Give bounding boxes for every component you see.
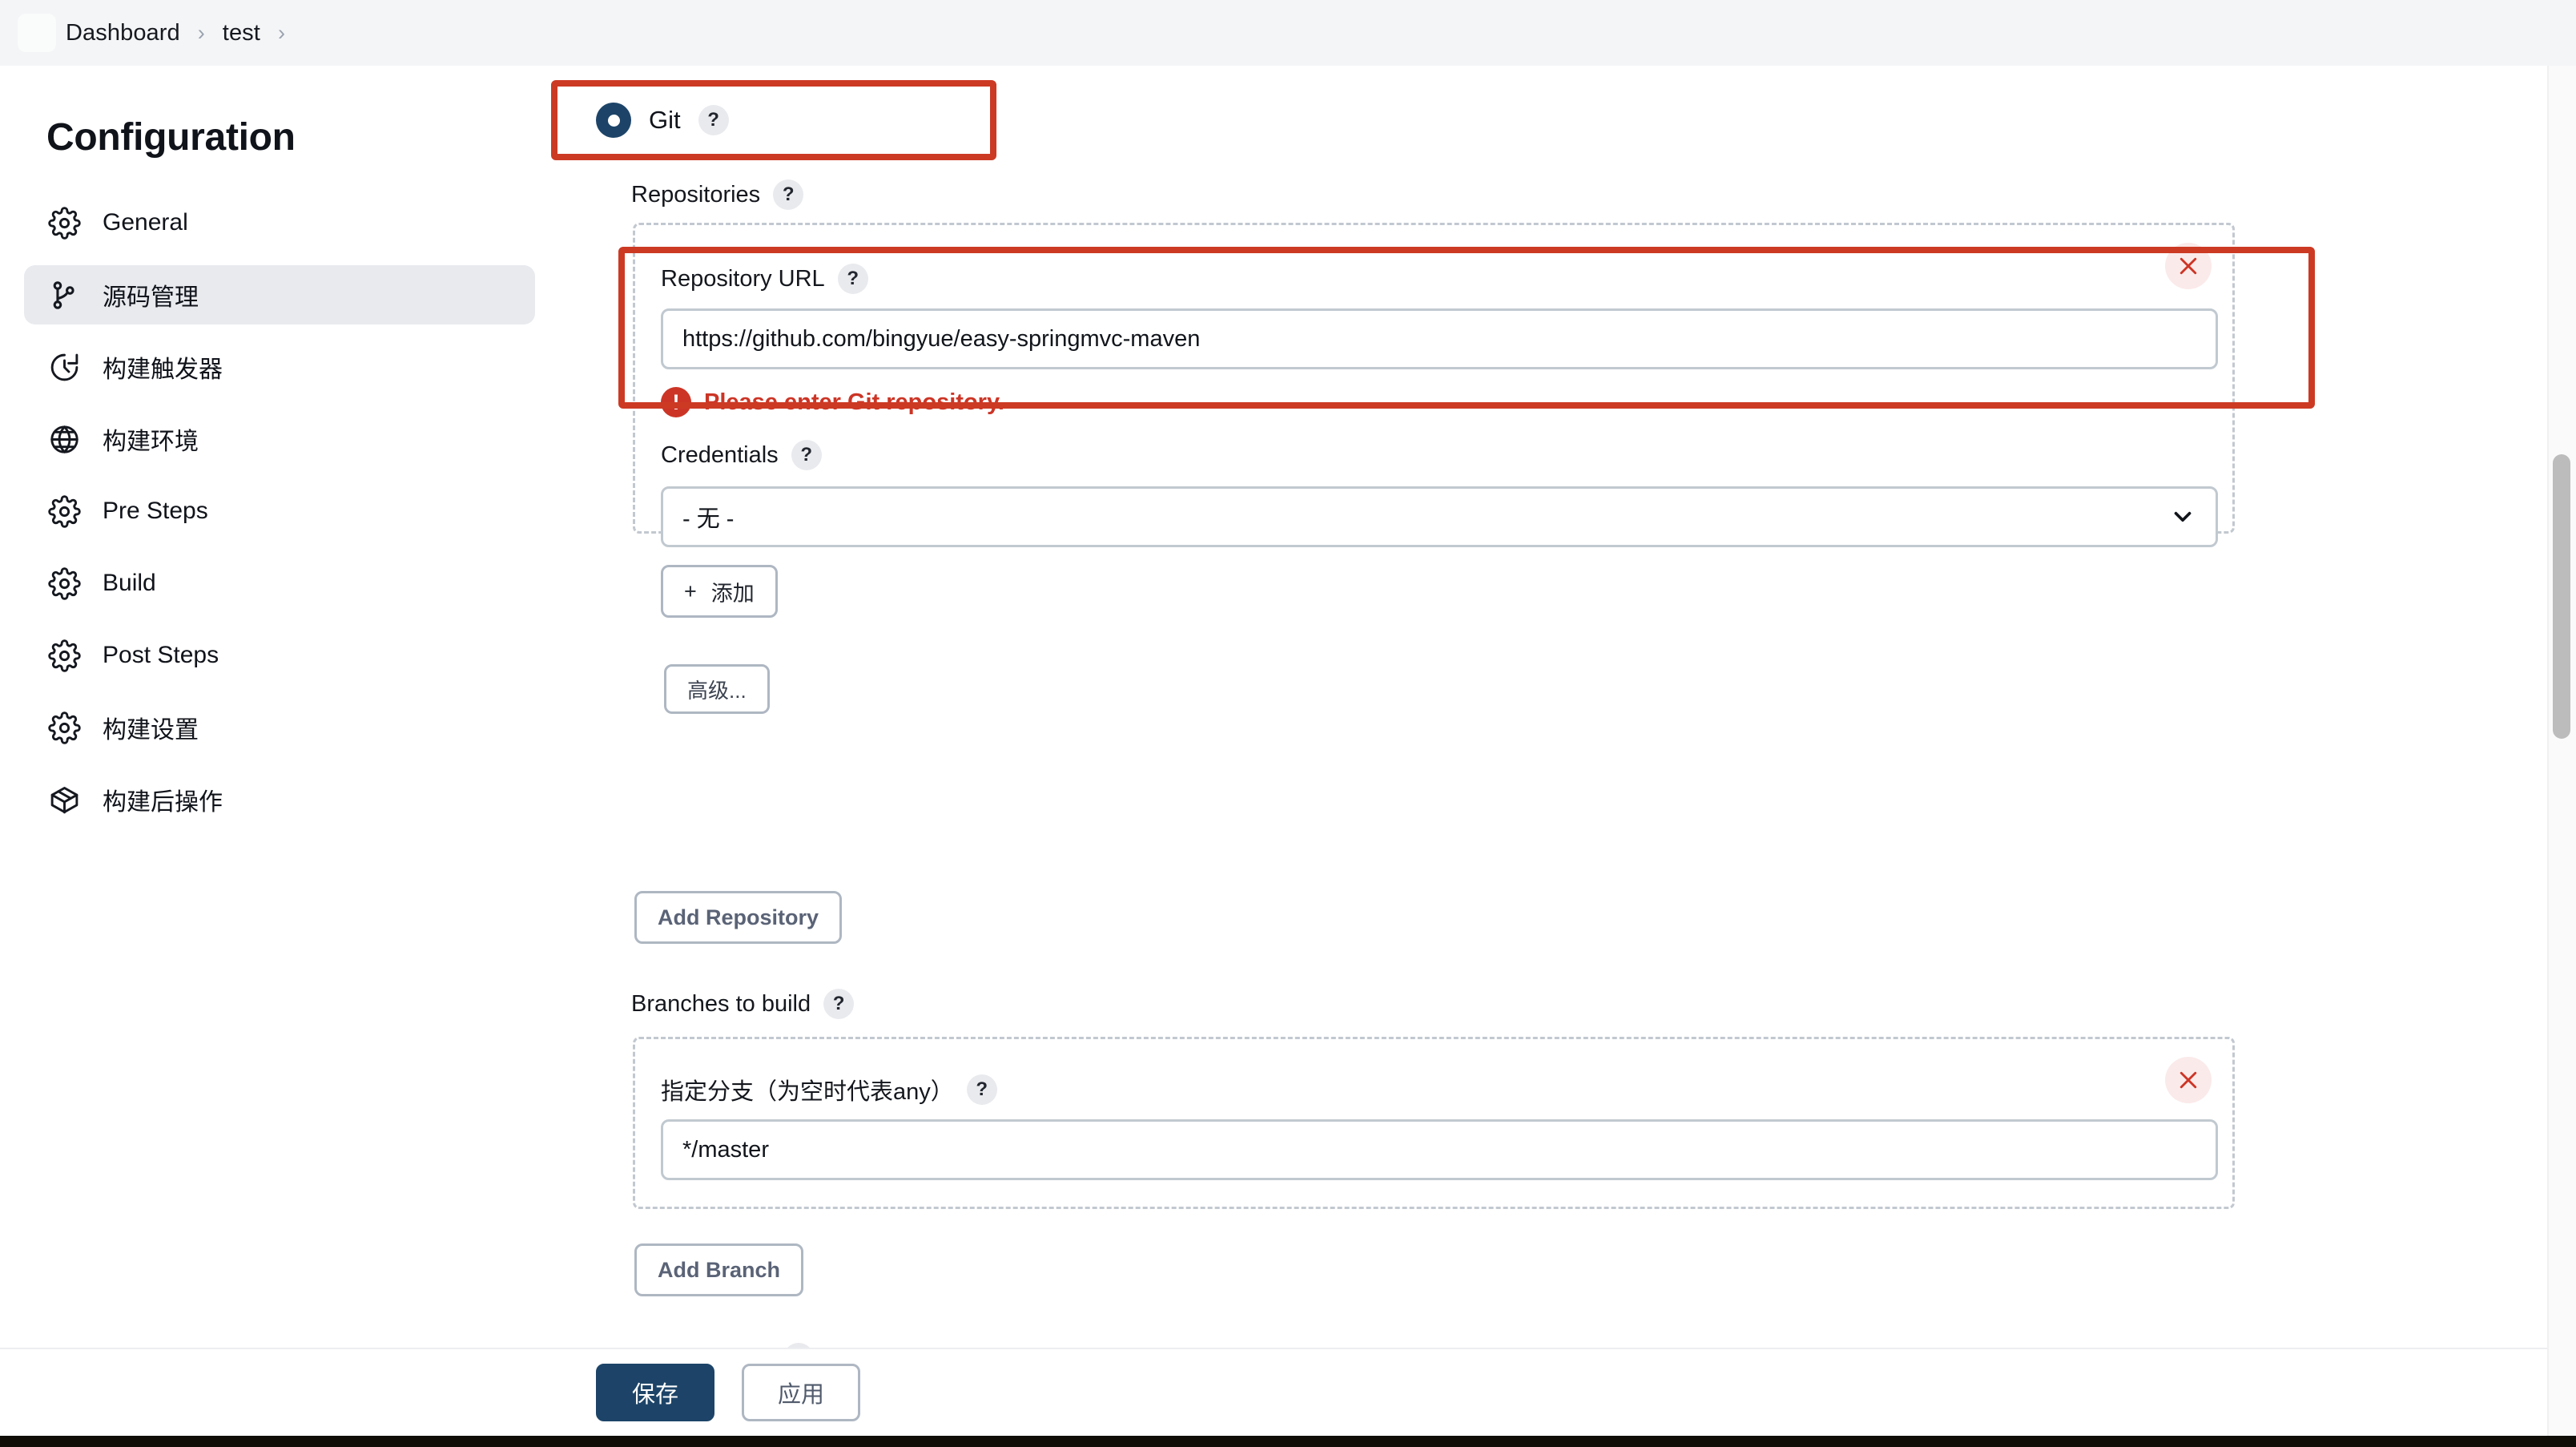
chevron-down-icon [2174,511,2192,522]
help-icon[interactable]: ? [823,989,855,1019]
help-icon[interactable]: ? [966,1074,997,1105]
breadcrumb-separator-icon: › [197,20,205,45]
sidebar-item-pre-steps[interactable]: Pre Steps [24,482,535,541]
add-branch-button[interactable]: Add Branch [634,1243,804,1296]
branch-block: 指定分支（为空时代表any） ? [633,1037,2235,1209]
remove-branch-button[interactable] [2165,1057,2212,1103]
credentials-select-value: - 无 - [682,506,735,532]
app-root: Dashboard › test › Configuration General [0,0,2576,1447]
scm-option-git-label: Git [649,106,681,134]
close-icon [2180,257,2197,275]
repository-block: Repository URL ? ! Please enter Git repo… [633,223,2235,714]
gear-icon [46,494,82,529]
credentials-label-text: Credentials [661,441,779,468]
gear-icon [46,710,82,745]
credentials-select[interactable]: - 无 - [661,486,2218,547]
gear-icon [46,205,82,240]
branch-spec-label-text: 指定分支（为空时代表any） [661,1079,954,1105]
add-credentials-label: 添加 [710,581,755,606]
sidebar-item-post-build-actions[interactable]: 构建后操作 [24,770,535,829]
clock-icon [46,349,82,385]
desktop-background-strip [0,1436,2576,1447]
sidebar: Configuration General 源码管理 构建触发器 构建环境 Pr… [0,66,561,1436]
repository-url-error: ! Please enter Git repository. [661,387,1004,417]
credentials-label: Credentials ? [661,440,822,470]
breadcrumb-item-test[interactable]: test [223,20,260,46]
sidebar-item-label: 构建设置 [103,717,199,744]
close-icon [2180,1071,2197,1089]
sidebar-nav: General 源码管理 构建触发器 构建环境 Pre Steps Build … [0,193,561,829]
plus-icon: + [684,578,697,603]
branches-label-text: Branches to build [631,990,811,1017]
sidebar-item-label: 构建后操作 [103,789,223,816]
save-button[interactable]: 保存 [596,1364,714,1421]
repository-url-label-text: Repository URL [661,265,825,292]
advanced-button[interactable]: 高级... [664,664,770,714]
radio-selected-icon[interactable] [596,103,631,138]
error-icon: ! [661,387,691,417]
sidebar-item-build-settings[interactable]: 构建设置 [24,698,535,757]
branch-spec-label: 指定分支（为空时代表any） ? [661,1073,997,1106]
sidebar-item-label: Pre Steps [103,498,208,524]
gear-icon [46,566,82,601]
repository-url-input[interactable] [661,308,2218,369]
branch-spec-input[interactable] [661,1119,2218,1180]
remove-repository-button[interactable] [2165,243,2212,289]
gear-icon [46,638,82,673]
vertical-scrollbar-thumb[interactable] [2553,454,2570,739]
scm-panel: Git ? Repositories ? Repository URL ? ht… [561,66,2576,1424]
add-repository-button[interactable]: Add Repository [634,891,843,944]
box-icon [46,782,82,817]
branch-icon [46,277,82,312]
sidebar-item-build-environment[interactable]: 构建环境 [24,409,535,469]
form-action-bar: 保存 应用 [0,1348,2576,1436]
help-icon[interactable]: ? [773,179,804,210]
breadcrumb: Dashboard › test › [0,0,2576,66]
apply-button[interactable]: 应用 [742,1364,860,1421]
breadcrumb-item-dashboard[interactable]: Dashboard [66,20,180,46]
add-credentials-button[interactable]: + 添加 [661,565,778,618]
repositories-label: Repositories ? [631,179,804,210]
app-logo [18,14,56,52]
sidebar-item-label: 构建触发器 [103,357,223,383]
sidebar-item-label: General [103,209,188,236]
sidebar-item-post-steps[interactable]: Post Steps [24,626,535,685]
help-icon[interactable]: ? [698,105,729,135]
sidebar-item-source-code-management[interactable]: 源码管理 [24,265,535,324]
branches-label: Branches to build ? [631,989,855,1019]
sidebar-item-label: Post Steps [103,642,219,668]
help-icon[interactable]: ? [837,264,868,294]
repository-url-label: Repository URL ? [661,264,868,294]
repository-url-error-text: Please enter Git repository. [704,389,1004,415]
sidebar-item-build[interactable]: Build [24,554,535,613]
vertical-scrollbar-track[interactable] [2547,66,2576,1436]
scm-option-git[interactable]: Git ? [572,80,729,160]
breadcrumb-separator-icon: › [277,20,285,45]
repositories-label-text: Repositories [631,181,761,208]
sidebar-item-build-triggers[interactable]: 构建触发器 [24,337,535,397]
sidebar-item-general[interactable]: General [24,193,535,252]
page-title: Configuration [46,116,296,159]
sidebar-item-label: 构建环境 [103,429,199,455]
globe-icon [46,421,82,457]
sidebar-item-label: 源码管理 [103,284,199,311]
help-icon[interactable]: ? [791,440,822,470]
sidebar-item-label: Build [103,570,156,596]
